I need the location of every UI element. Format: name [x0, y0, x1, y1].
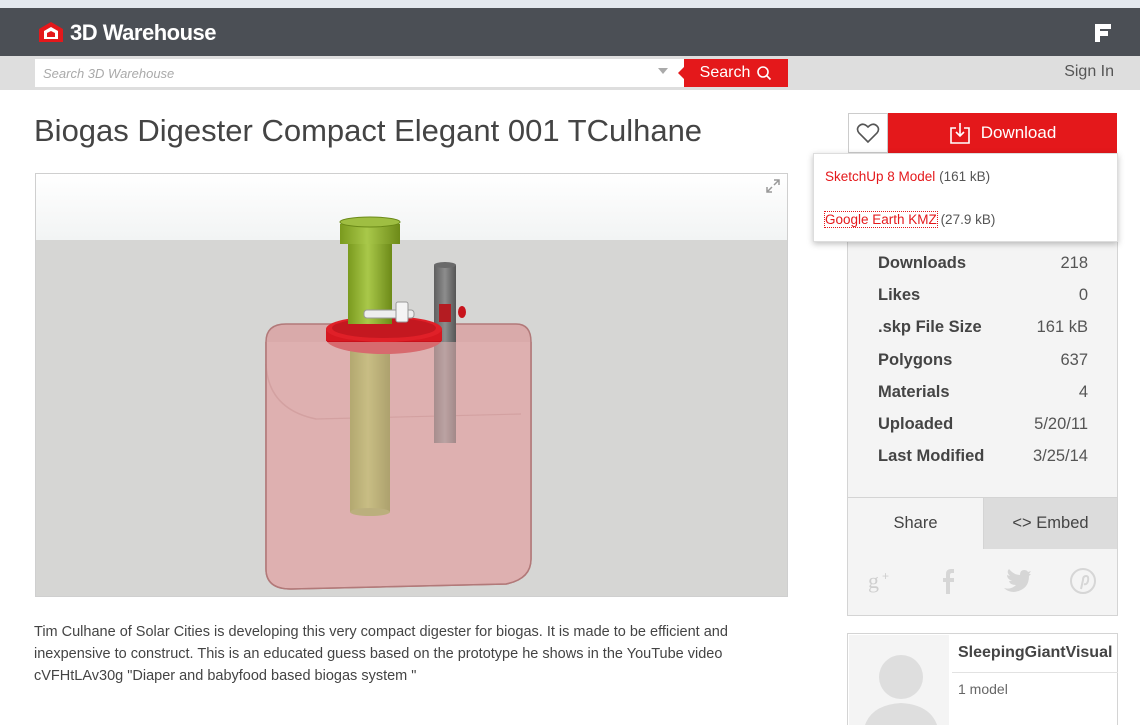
- stat-label: Last Modified: [878, 446, 985, 465]
- stat-value: 218: [1060, 253, 1088, 272]
- stat-value: 3/25/14: [1032, 446, 1088, 465]
- download-option-size: (27.9 kB): [940, 212, 996, 227]
- browser-top-strip: [0, 0, 1140, 8]
- site-logo[interactable]: 3D Warehouse: [36, 20, 217, 46]
- download-button-label: Download: [980, 123, 1057, 142]
- stat-row-last-modified: Last Modified 3/25/14: [878, 444, 1088, 468]
- google-plus-icon[interactable]: g +: [866, 566, 896, 596]
- pinterest-icon[interactable]: [1068, 566, 1098, 596]
- stat-label: Downloads: [878, 253, 967, 272]
- expand-icon[interactable]: [765, 178, 781, 194]
- search-icon: [757, 66, 772, 81]
- share-tabs: Share <> Embed: [847, 497, 1118, 549]
- divider: [952, 672, 1118, 673]
- avatar[interactable]: [849, 635, 949, 725]
- stat-row-materials: Materials 4: [878, 380, 1088, 404]
- author-name[interactable]: SleepingGiantVisual: [958, 644, 1112, 662]
- heart-icon: [856, 123, 880, 144]
- stat-value: 637: [1060, 350, 1088, 369]
- tab-share[interactable]: Share: [847, 497, 983, 549]
- download-icon: [949, 123, 970, 144]
- stat-row-likes: Likes 0: [878, 283, 1088, 307]
- model-description: Tim Culhane of Solar Cities is developin…: [34, 624, 728, 684]
- stat-row-polygons: Polygons 637: [878, 348, 1088, 372]
- author-model-count: 1 model: [958, 681, 1008, 697]
- page-title: Biogas Digester Compact Elegant 001 TCul…: [34, 113, 703, 148]
- stat-label: Materials: [878, 382, 950, 401]
- search-scope-dropdown-icon[interactable]: [658, 68, 668, 74]
- stat-label: .skp File Size: [878, 317, 982, 336]
- search-button-label: Search: [699, 64, 751, 81]
- twitter-icon[interactable]: [1001, 566, 1031, 596]
- stat-row-uploaded: Uploaded 5/20/11: [878, 412, 1088, 436]
- download-option-label[interactable]: SketchUp 8 Model: [825, 169, 935, 184]
- download-options-menu: SketchUp 8 Model (161 kB) Google Earth K…: [813, 153, 1118, 242]
- stat-value: 4: [1078, 382, 1088, 401]
- model-viewer[interactable]: [35, 173, 788, 597]
- stat-row-downloads: Downloads 218: [878, 251, 1088, 275]
- download-button[interactable]: Download: [888, 113, 1117, 153]
- facebook-icon[interactable]: [933, 566, 963, 596]
- brand-name: 3D Warehouse: [70, 20, 217, 45]
- user-silhouette-icon: [865, 655, 937, 725]
- download-option-size: (161 kB): [939, 169, 991, 184]
- search-input[interactable]: [35, 59, 685, 87]
- warehouse-logo-icon: [39, 22, 63, 42]
- author-card[interactable]: SleepingGiantVisual 1 model: [847, 633, 1118, 725]
- svg-text:+: +: [882, 569, 889, 583]
- search-bar: Search: [0, 56, 1140, 90]
- stat-value: 0: [1078, 285, 1088, 304]
- download-option-kmz[interactable]: Google Earth KMZ (27.9 kB): [824, 211, 996, 228]
- stat-value: 161 kB: [1036, 317, 1088, 336]
- stat-label: Likes: [878, 285, 921, 304]
- search-button[interactable]: Search: [678, 59, 788, 87]
- stat-label: Uploaded: [878, 414, 954, 433]
- model-preview-image: [36, 174, 787, 596]
- site-header: 3D Warehouse: [0, 8, 1140, 56]
- stat-label: Polygons: [878, 350, 953, 369]
- like-button[interactable]: [848, 113, 888, 153]
- download-option-label[interactable]: Google Earth KMZ: [824, 211, 938, 228]
- download-option-skp[interactable]: SketchUp 8 Model (161 kB): [825, 169, 990, 184]
- stat-value: 5/20/11: [1034, 414, 1088, 433]
- svg-text:g: g: [868, 568, 879, 593]
- sign-in-link[interactable]: Sign In: [1064, 63, 1114, 81]
- tab-embed[interactable]: <> Embed: [983, 497, 1118, 549]
- menu-icon[interactable]: [1092, 21, 1114, 45]
- stat-row-file-size: .skp File Size 161 kB: [878, 315, 1088, 339]
